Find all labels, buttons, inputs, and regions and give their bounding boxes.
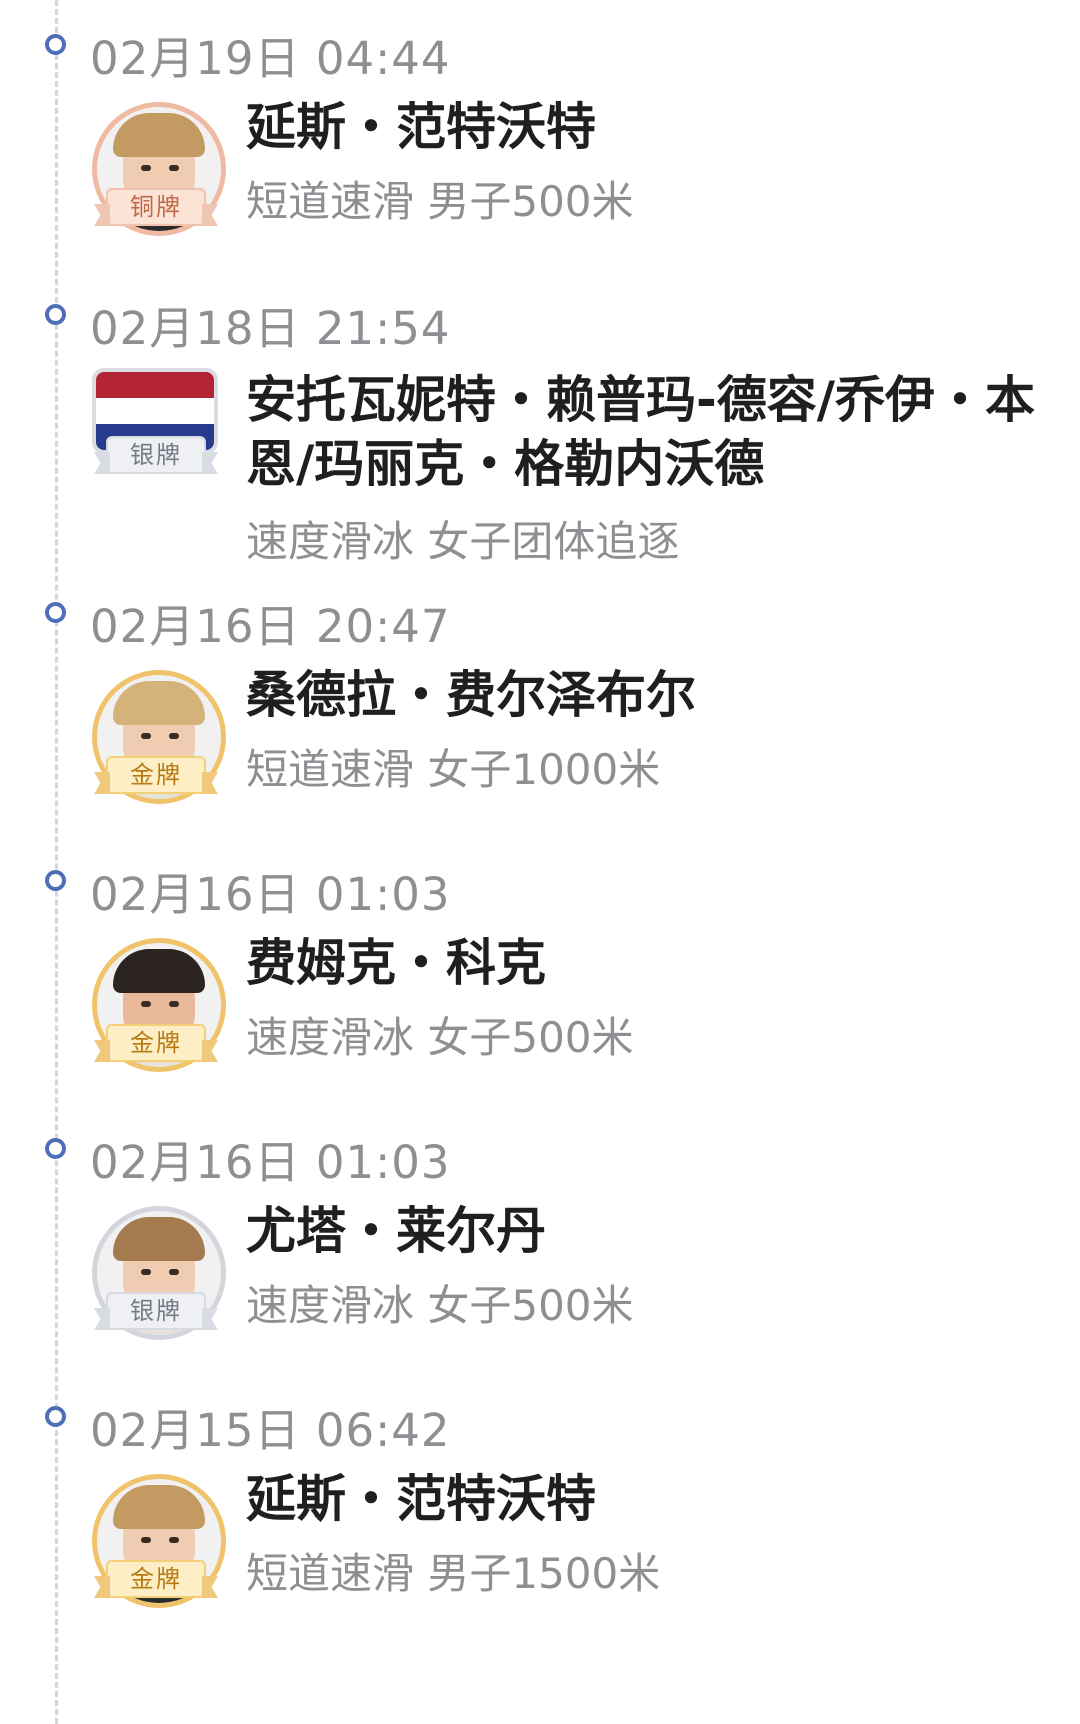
timeline-dot xyxy=(45,34,66,55)
event-name: 速度滑冰 女子500米 xyxy=(246,1281,634,1330)
timeline-entry[interactable]: 02月19日 04:44 铜牌 延斯・范特沃特 短道速滑 男子500米 xyxy=(0,0,1080,270)
timeline-dot xyxy=(45,304,66,325)
event-name: 速度滑冰 女子500米 xyxy=(246,1013,634,1062)
athlete-name: 安托瓦妮特・赖普玛-德容/乔伊・本恩/玛丽克・格勒内沃德 xyxy=(246,371,1036,493)
entry-time: 02月19日 04:44 xyxy=(90,32,451,85)
athlete-avatar: 铜牌 xyxy=(90,100,226,246)
event-name: 短道速滑 男子1500米 xyxy=(246,1549,661,1598)
athlete-avatar: 金牌 xyxy=(90,936,226,1082)
event-name: 短道速滑 男子500米 xyxy=(246,177,634,226)
event-name: 短道速滑 女子1000米 xyxy=(246,745,661,794)
athlete-name: 尤塔・莱尔丹 xyxy=(246,1202,546,1260)
team-avatar: 银牌 xyxy=(90,366,224,512)
athlete-name: 延斯・范特沃特 xyxy=(246,98,596,156)
timeline-dot xyxy=(45,1406,66,1427)
medal-badge: 银牌 xyxy=(106,1292,206,1330)
timeline-dot xyxy=(45,1138,66,1159)
timeline-dot xyxy=(45,870,66,891)
medal-badge: 金牌 xyxy=(106,756,206,794)
timeline-entry[interactable]: 02月15日 06:42 金牌 延斯・范特沃特 短道速滑 男子1500米 xyxy=(0,1372,1080,1672)
athlete-avatar: 金牌 xyxy=(90,1472,226,1618)
entry-time: 02月16日 01:03 xyxy=(90,1136,451,1189)
athlete-avatar: 银牌 xyxy=(90,1204,226,1350)
entry-time: 02月16日 20:47 xyxy=(90,600,451,653)
athlete-name: 延斯・范特沃特 xyxy=(246,1470,596,1528)
medal-badge: 金牌 xyxy=(106,1560,206,1598)
entry-time: 02月18日 21:54 xyxy=(90,302,451,355)
timeline-entry[interactable]: 02月16日 01:03 银牌 尤塔・莱尔丹 速度滑冰 女子500米 xyxy=(0,1104,1080,1374)
event-name: 速度滑冰 女子团体追逐 xyxy=(246,517,680,566)
entry-time: 02月16日 01:03 xyxy=(90,868,451,921)
medal-badge: 金牌 xyxy=(106,1024,206,1062)
athlete-avatar: 金牌 xyxy=(90,668,226,814)
medal-badge: 银牌 xyxy=(106,436,206,474)
timeline-dot xyxy=(45,602,66,623)
athlete-name: 费姆克・科克 xyxy=(246,934,546,992)
timeline-entry[interactable]: 02月18日 21:54 银牌 安托瓦妮特・赖普玛-德容/乔伊・本恩/玛丽克・格… xyxy=(0,270,1080,610)
entry-time: 02月15日 06:42 xyxy=(90,1404,451,1457)
athlete-name: 桑德拉・费尔泽布尔 xyxy=(246,666,696,724)
medal-badge: 铜牌 xyxy=(106,188,206,226)
timeline-entry[interactable]: 02月16日 01:03 金牌 费姆克・科克 速度滑冰 女子500米 xyxy=(0,836,1080,1106)
timeline-entry[interactable]: 02月16日 20:47 金牌 桑德拉・费尔泽布尔 短道速滑 女子1000米 xyxy=(0,568,1080,838)
